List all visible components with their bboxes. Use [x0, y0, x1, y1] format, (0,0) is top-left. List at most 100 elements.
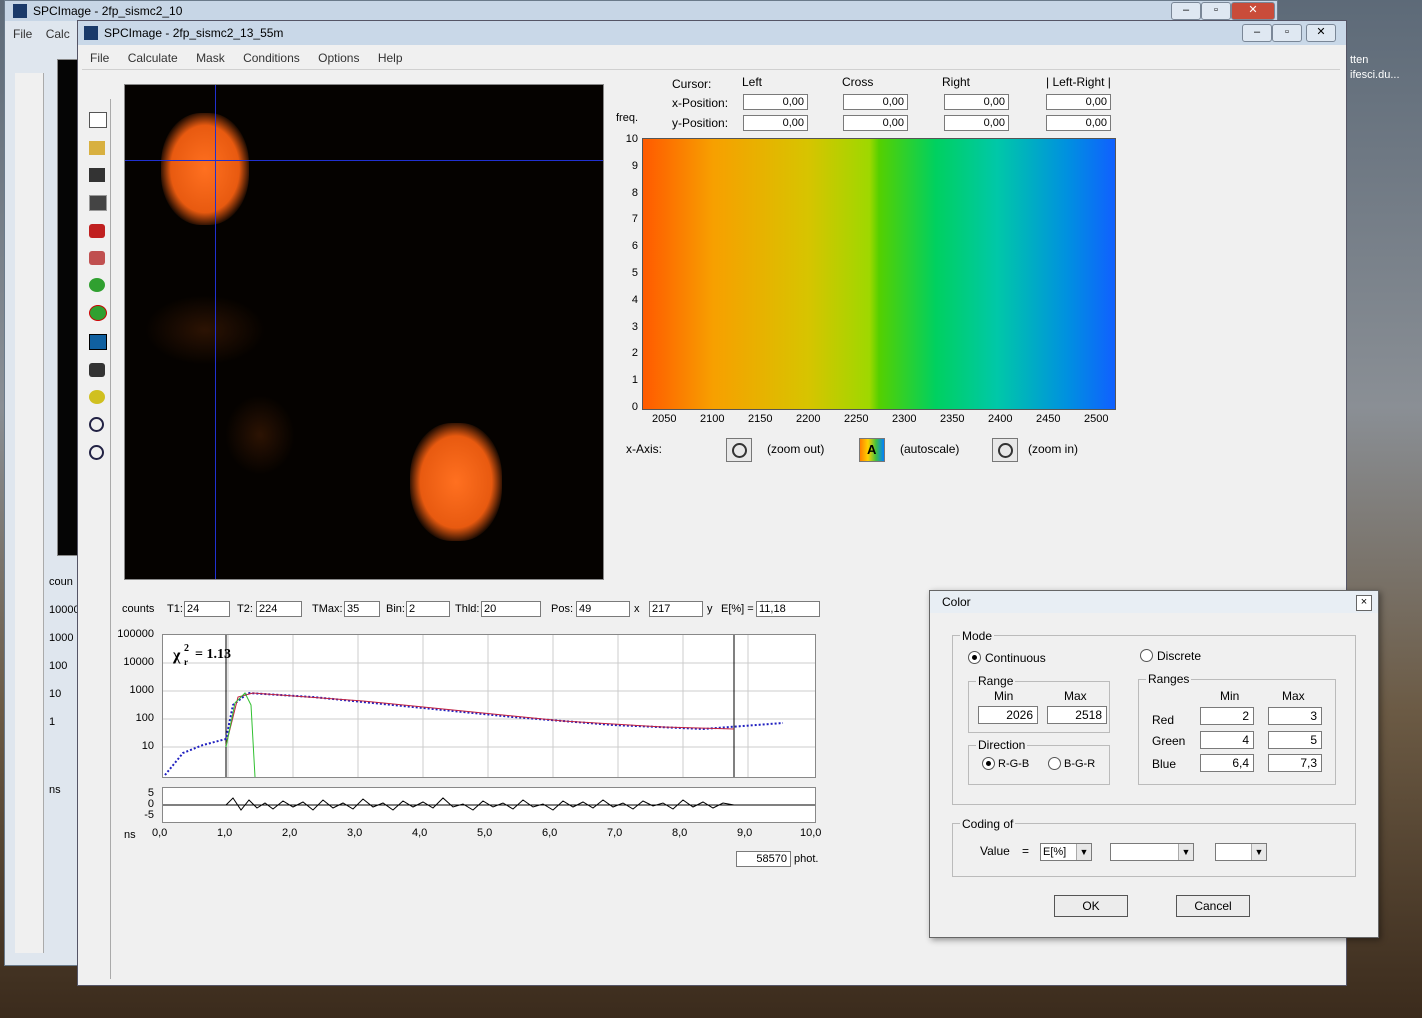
- pos-y-spinner[interactable]: 217: [649, 601, 703, 617]
- fluorescence-image[interactable]: [124, 84, 604, 580]
- y-tick: 100000: [117, 628, 154, 640]
- x-cross-field[interactable]: 0,00: [843, 94, 908, 110]
- x-diff-field[interactable]: 0,00: [1046, 94, 1111, 110]
- x-tick: 10,0: [800, 827, 822, 839]
- desktop-icon-text[interactable]: ifesci.du...: [1350, 69, 1400, 81]
- green-max-field[interactable]: 5: [1268, 731, 1322, 749]
- menu-help[interactable]: Help: [378, 51, 403, 65]
- leaf-cross-icon[interactable]: [89, 305, 107, 321]
- freq-x-ticks: 2050 2100 2150 2200 2250 2300 2350 2400 …: [648, 413, 1128, 427]
- e-percent-field[interactable]: 11,18: [756, 601, 820, 617]
- menu-options[interactable]: Options: [318, 51, 359, 65]
- x-tick: 5,0: [477, 827, 493, 839]
- x-tick: 2500: [1084, 413, 1109, 425]
- red-max-field[interactable]: 3: [1268, 707, 1322, 725]
- maximize-button[interactable]: ▫: [1272, 24, 1302, 42]
- cancel-button[interactable]: Cancel: [1176, 895, 1250, 917]
- x-tick: 2150: [748, 413, 773, 425]
- menu-calculate[interactable]: Calculate: [128, 51, 178, 65]
- x-tick: 9,0: [737, 827, 753, 839]
- photons-field[interactable]: 58570: [736, 851, 791, 867]
- bgr-radio[interactable]: [1048, 757, 1061, 770]
- x-tick: 2350: [940, 413, 965, 425]
- hand-icon[interactable]: [89, 390, 105, 404]
- y-tick: 10: [141, 740, 154, 752]
- counts-label: counts: [122, 603, 155, 615]
- decay-curve-plot[interactable]: χ 2 r = 1.13: [162, 634, 816, 778]
- irf-curve: [225, 692, 256, 778]
- x-tick: 2050: [652, 413, 677, 425]
- x-left-field[interactable]: 0,00: [743, 94, 808, 110]
- cursor-horizontal[interactable]: [125, 160, 603, 161]
- minimize-button[interactable]: –: [1242, 24, 1272, 42]
- resid-svg: [163, 797, 815, 811]
- save-all-icon[interactable]: [89, 195, 107, 211]
- zoom-out-icon[interactable]: [89, 445, 104, 460]
- menu-file[interactable]: File: [90, 51, 109, 65]
- cursor-vertical[interactable]: [215, 85, 216, 579]
- coding-select-3[interactable]: ▼: [1215, 843, 1267, 861]
- dialog-close-button[interactable]: ×: [1356, 595, 1372, 611]
- ok-button[interactable]: OK: [1054, 895, 1128, 917]
- save-icon[interactable]: [89, 168, 105, 182]
- col-cross: Cross: [842, 75, 874, 89]
- maximize-button[interactable]: ▫: [1201, 2, 1231, 20]
- thld-spinner[interactable]: 20: [481, 601, 541, 617]
- menu-conditions[interactable]: Conditions: [243, 51, 300, 65]
- open-folder-icon[interactable]: [89, 141, 105, 155]
- leaf-icon[interactable]: [89, 278, 105, 292]
- desktop-icon-text[interactable]: tten: [1350, 54, 1368, 66]
- new-file-icon[interactable]: [89, 112, 107, 128]
- color-spectrum-histogram[interactable]: [642, 138, 1116, 410]
- zoom-out-button[interactable]: [726, 438, 752, 462]
- decay-y-ticks: 100000 10000 1000 100 10: [114, 628, 158, 778]
- y-cross-field[interactable]: 0,00: [843, 115, 908, 131]
- menu-mask[interactable]: Mask: [196, 51, 225, 65]
- zoom-in-button[interactable]: [992, 438, 1018, 462]
- bin-spinner[interactable]: 2: [406, 601, 450, 617]
- tmax-field[interactable]: 35: [344, 601, 380, 617]
- x-right-field[interactable]: 0,00: [944, 94, 1009, 110]
- camera-icon[interactable]: [89, 363, 105, 377]
- y-diff-field[interactable]: 0,00: [1046, 115, 1111, 131]
- close-button[interactable]: ✕: [1306, 24, 1336, 42]
- resid-tick: -5: [144, 809, 154, 821]
- y-right-field[interactable]: 0,00: [944, 115, 1009, 131]
- pos-x-spinner[interactable]: 49: [576, 601, 630, 617]
- lock-icon[interactable]: [89, 224, 105, 238]
- discrete-radio[interactable]: [1140, 649, 1153, 662]
- y-tick: 10: [625, 133, 638, 145]
- bg-menu-file[interactable]: File: [13, 27, 32, 41]
- blue-min-field[interactable]: 6,4: [1200, 754, 1254, 772]
- t2-spinner[interactable]: 224: [256, 601, 302, 617]
- blue-max-field[interactable]: 7,3: [1268, 754, 1322, 772]
- t1-spinner[interactable]: 24: [184, 601, 230, 617]
- rgb-radio[interactable]: [982, 757, 995, 770]
- y-tick: 7: [631, 213, 638, 225]
- x-tick: 0,0: [152, 827, 168, 839]
- unlock-icon[interactable]: [89, 251, 105, 265]
- range-max-field[interactable]: 2518: [1047, 706, 1107, 724]
- magnifier-icon: [998, 443, 1013, 458]
- coding-select-2[interactable]: ▼: [1110, 843, 1194, 861]
- x-tick: 2,0: [282, 827, 298, 839]
- coding-value-select[interactable]: E[%] ▼: [1040, 843, 1092, 861]
- red-min-field[interactable]: 2: [1200, 707, 1254, 725]
- continuous-radio[interactable]: [968, 651, 981, 664]
- ns-label: ns: [124, 829, 136, 841]
- equals-label: =: [1022, 844, 1030, 858]
- zoom-in-icon[interactable]: [89, 417, 104, 432]
- y-tick: 6: [631, 240, 638, 252]
- y-left-field[interactable]: 0,00: [743, 115, 808, 131]
- ranges-max-label: Max: [1282, 689, 1305, 703]
- minimize-button[interactable]: –: [1171, 2, 1201, 20]
- close-button[interactable]: ✕: [1231, 2, 1275, 20]
- bg-menu-calc[interactable]: Calc: [46, 27, 70, 41]
- bgr-label: B-G-R: [1064, 758, 1096, 770]
- autoscale-button[interactable]: A: [859, 438, 885, 462]
- decay-svg: [163, 635, 815, 778]
- faint-cell: [145, 295, 265, 365]
- film-icon[interactable]: [89, 334, 107, 350]
- green-min-field[interactable]: 4: [1200, 731, 1254, 749]
- range-min-field[interactable]: 2026: [978, 706, 1038, 724]
